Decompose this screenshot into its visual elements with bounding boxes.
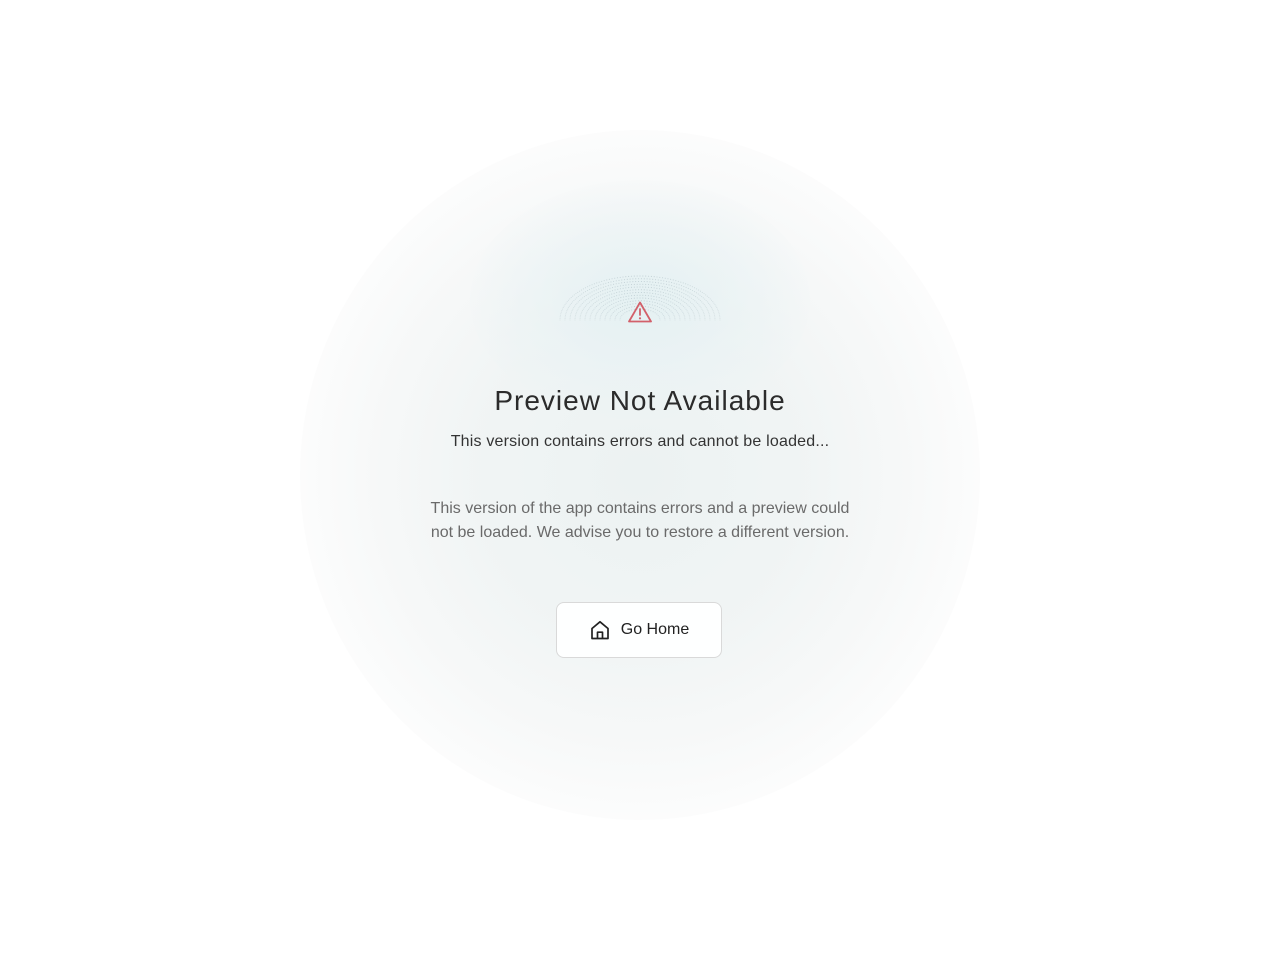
home-icon bbox=[589, 619, 611, 641]
error-page: Preview Not Available This version conta… bbox=[0, 0, 1280, 960]
error-description: This version of the app contains errors … bbox=[430, 500, 850, 541]
warning-triangle-icon bbox=[627, 300, 653, 324]
dot-pattern bbox=[559, 275, 721, 321]
go-home-button[interactable]: Go Home bbox=[556, 602, 722, 658]
page-subtitle: This version contains errors and cannot … bbox=[450, 433, 830, 450]
go-home-label: Go Home bbox=[620, 621, 690, 638]
page-title: Preview Not Available bbox=[494, 385, 786, 416]
